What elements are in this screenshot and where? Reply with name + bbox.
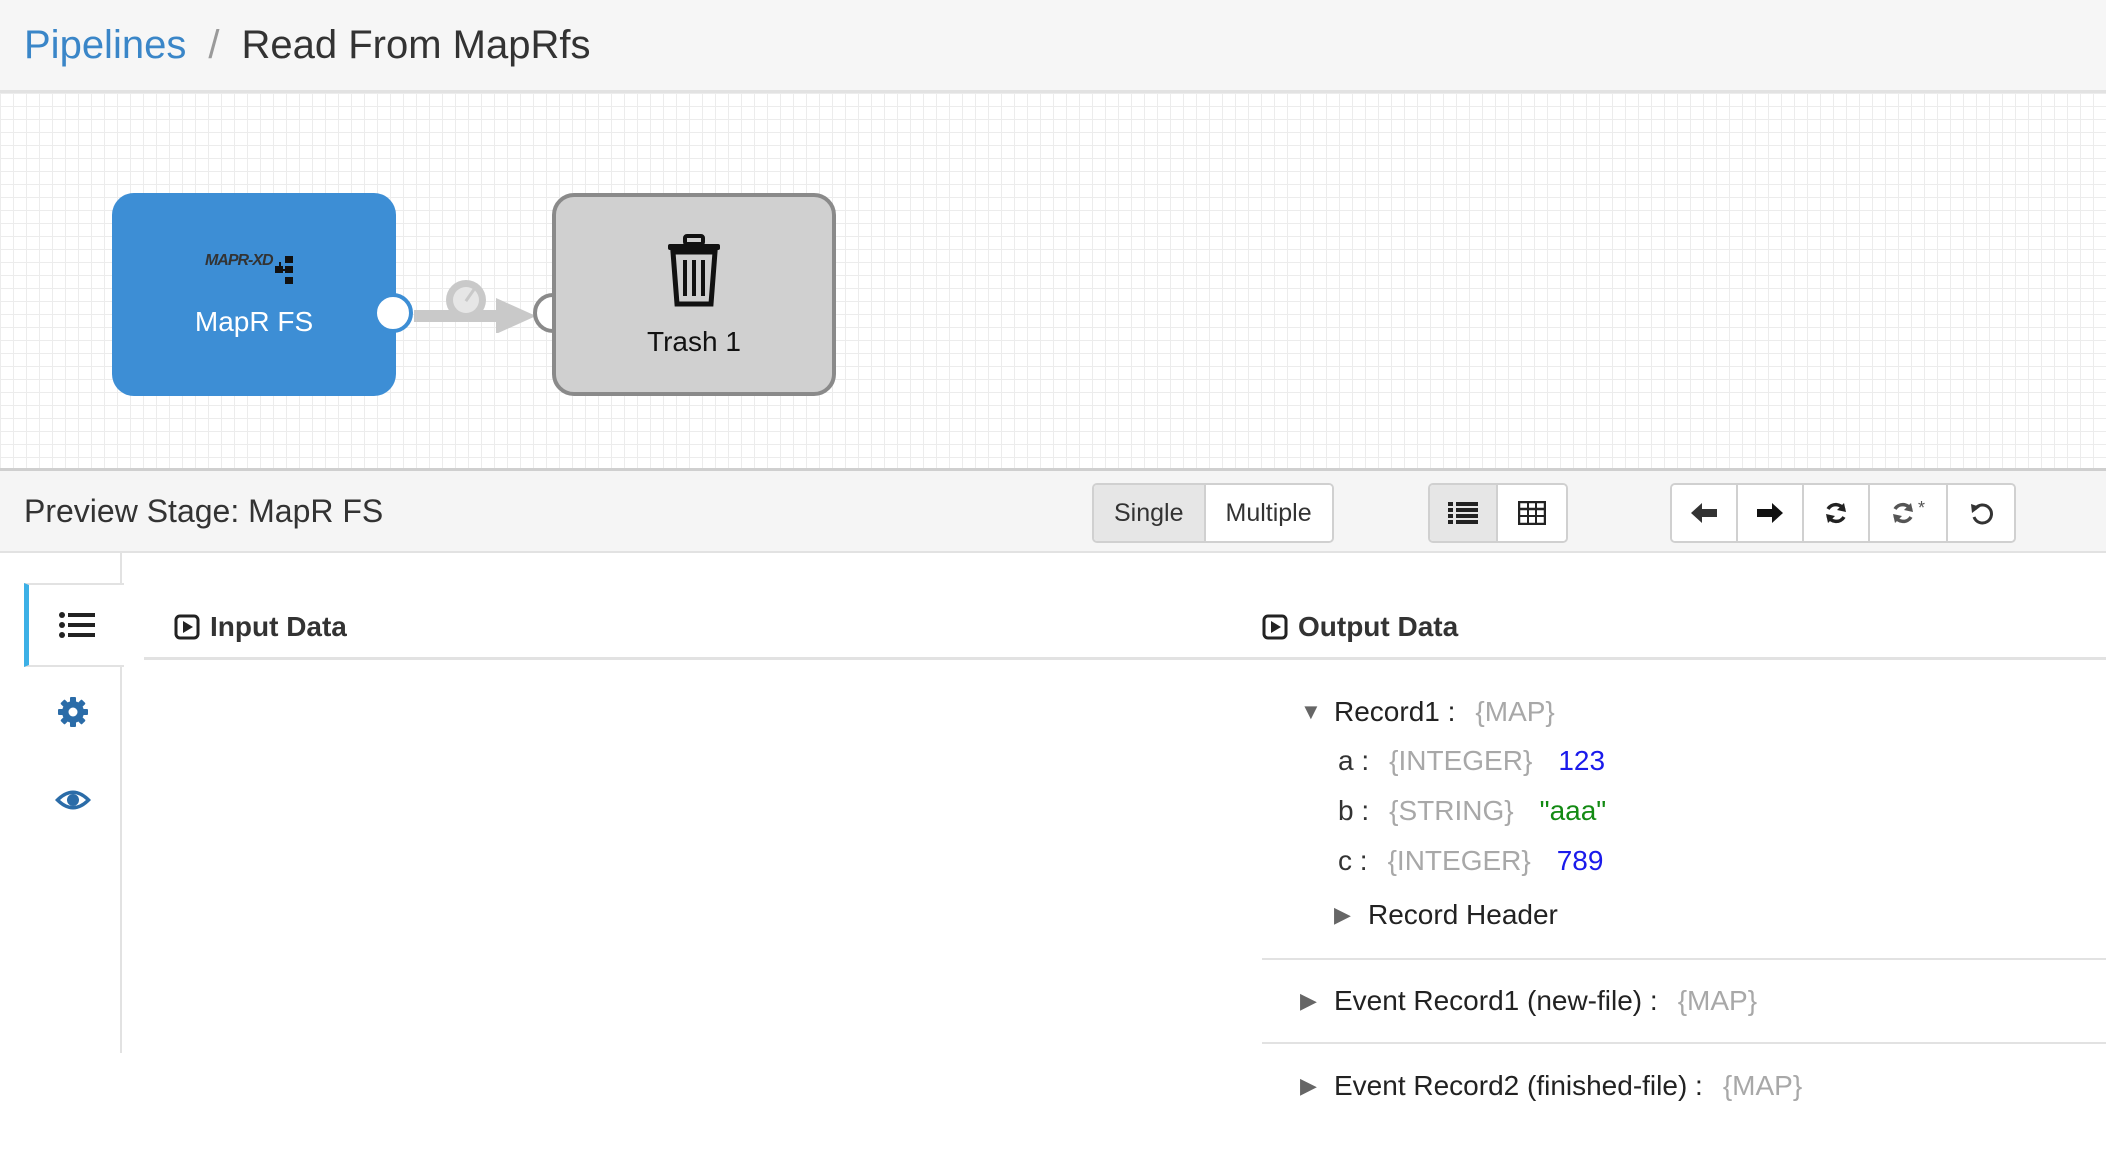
record-item: ▶ Event Record2 (finished-file) : {MAP}	[1262, 1044, 2106, 1128]
field-value: 789	[1556, 845, 1604, 876]
previous-stage-button[interactable]	[1672, 485, 1738, 541]
caret-down-icon: ▼	[1300, 699, 1322, 724]
caret-right-icon: ▶	[1300, 1073, 1317, 1098]
output-data-title: Output Data	[1298, 610, 1459, 642]
preview-eye-tab[interactable]	[24, 758, 122, 842]
record-item: ▼ Record1 : {MAP} a : {INTEGER} 123 b : …	[1262, 668, 2106, 960]
reset-icon	[1971, 503, 1993, 525]
multiple-mode-button[interactable]: Multiple	[1205, 485, 1332, 541]
record-header-label: Record Header	[1368, 899, 1558, 930]
mapr-xd-logo: MAPR-XD	[205, 252, 303, 288]
breadcrumb-pipelines-link[interactable]: Pipelines	[24, 23, 186, 68]
config-tab[interactable]	[24, 670, 122, 754]
record-toggle[interactable]: ▶ Event Record2 (finished-file) : {MAP}	[1262, 1062, 1802, 1110]
mapr-fs-stage-label: MapR FS	[194, 305, 314, 337]
preview-toolbar: Preview Stage: MapR FS Single Multiple *	[0, 471, 2106, 553]
table-view-button[interactable]	[1498, 485, 1566, 541]
records-tab[interactable]	[24, 583, 124, 667]
input-data-header[interactable]: Input Data	[144, 596, 1256, 660]
input-data-title: Input Data	[210, 610, 347, 642]
field-value: "aaa"	[1539, 795, 1607, 826]
mapr-fs-stage[interactable]: MAPR-XD MapR FS	[112, 193, 396, 396]
single-mode-button[interactable]: Single	[1094, 485, 1206, 541]
expand-toggle-icon	[1262, 614, 1288, 639]
record-type: {MAP}	[1722, 1070, 1803, 1101]
breadcrumb-separator: /	[208, 22, 220, 67]
refresh-with-changes-icon	[1892, 502, 1913, 524]
refresh-with-changes-button[interactable]: *	[1870, 485, 1948, 541]
field-value: 123	[1558, 745, 1606, 776]
trash-stage-label: Trash 1	[647, 325, 741, 357]
next-stage-button[interactable]	[1738, 485, 1804, 541]
stream-gauge-icon	[446, 280, 486, 320]
list-view-button[interactable]	[1430, 485, 1498, 541]
view-toggle	[1428, 483, 1568, 543]
field-key: c :	[1338, 845, 1368, 876]
refresh-changes-marker: *	[1917, 497, 1925, 518]
arrow-left-icon	[1691, 503, 1717, 523]
field-type: {INTEGER}	[1387, 845, 1531, 876]
expand-toggle-icon	[174, 614, 200, 639]
record-item: ▶ Event Record1 (new-file) : {MAP}	[1262, 960, 2106, 1044]
record-toggle[interactable]: ▼ Record1 : {MAP}	[1262, 688, 2106, 736]
list-view-icon	[1448, 502, 1478, 524]
preview-nav-buttons: *	[1670, 483, 2016, 543]
field-type: {INTEGER}	[1389, 745, 1533, 776]
trash-icon	[668, 233, 720, 306]
reset-preview-button[interactable]	[1948, 485, 2014, 541]
field-type: {STRING}	[1389, 795, 1514, 826]
trash-stage[interactable]: Trash 1	[552, 193, 836, 396]
eye-icon	[55, 790, 91, 810]
field-key: a :	[1338, 745, 1370, 776]
caret-right-icon: ▶	[1334, 902, 1351, 927]
output-data-header[interactable]: Output Data	[1256, 596, 2106, 660]
caret-right-icon: ▶	[1300, 988, 1317, 1013]
record-name: Record1 :	[1334, 696, 1456, 727]
record-type: {MAP}	[1475, 696, 1555, 727]
record-name: Event Record1 (new-file) :	[1334, 985, 1658, 1016]
pipeline-canvas[interactable]: MAPR-XD MapR FS Trash 1	[0, 93, 2106, 471]
mapr-fs-output-port[interactable]	[373, 293, 413, 333]
stage-connector-arrow[interactable]	[410, 243, 550, 333]
breadcrumb: Pipelines / Read From MapRfs	[0, 0, 2106, 93]
preview-mode-toggle: Single Multiple	[1092, 483, 1334, 543]
field-row: a : {INTEGER} 123	[1262, 736, 2106, 786]
record-toggle[interactable]: ▶ Event Record1 (new-file) : {MAP}	[1262, 977, 1757, 1025]
page-title: Read From MapRfs	[241, 22, 591, 67]
gear-icon	[58, 697, 88, 727]
field-row: c : {INTEGER} 789	[1262, 836, 2106, 886]
list-icon	[58, 612, 95, 638]
arrow-right-icon	[1757, 503, 1783, 523]
record-name: Event Record2 (finished-file) :	[1334, 1070, 1703, 1101]
field-key: b :	[1338, 795, 1370, 826]
field-row: b : {STRING} "aaa"	[1262, 786, 2106, 836]
refresh-preview-button[interactable]	[1804, 485, 1870, 541]
refresh-icon	[1826, 502, 1846, 524]
record-header-toggle[interactable]: ▶ Record Header	[1262, 886, 2106, 944]
record-type: {MAP}	[1677, 985, 1758, 1016]
preview-stage-title: Preview Stage: MapR FS	[24, 493, 384, 529]
table-view-icon	[1518, 501, 1546, 525]
output-records-list: ▼ Record1 : {MAP} a : {INTEGER} 123 b : …	[1262, 668, 2106, 1128]
